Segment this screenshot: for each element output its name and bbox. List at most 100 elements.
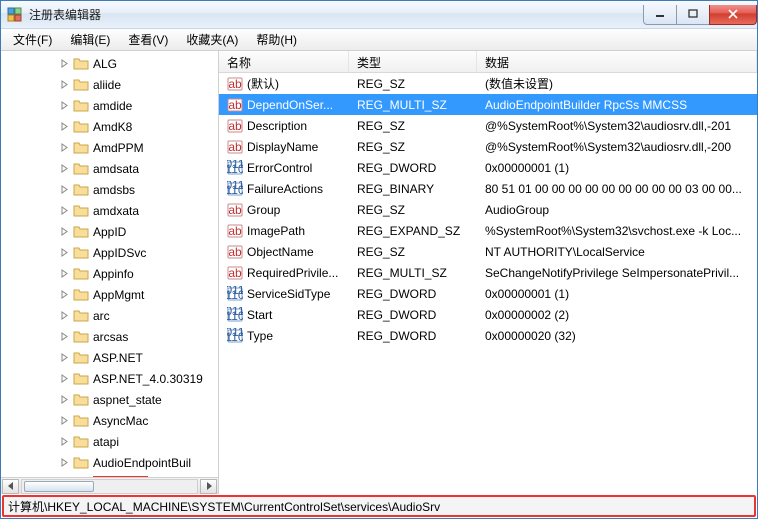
menu-item[interactable]: 编辑(E) (62, 29, 118, 50)
tree-hscrollbar[interactable] (1, 477, 218, 494)
cell-name: ab(默认) (219, 75, 349, 92)
chevron-right-icon[interactable] (57, 204, 71, 218)
window-title: 注册表编辑器 (29, 6, 101, 23)
scroll-track[interactable] (21, 479, 198, 494)
value-name: Group (247, 203, 280, 217)
minimize-button[interactable] (643, 5, 677, 25)
cell-type: REG_DWORD (349, 161, 477, 175)
maximize-button[interactable] (676, 5, 710, 25)
list-row[interactable]: abRequiredPrivile...REG_MULTI_SZSeChange… (219, 262, 757, 283)
chevron-right-icon[interactable] (57, 372, 71, 386)
tree-scroll[interactable]: ALGaliideamdideAmdK8AmdPPMamdsataamdsbsa… (1, 51, 218, 477)
value-name: DisplayName (247, 140, 318, 154)
chevron-right-icon[interactable] (57, 120, 71, 134)
string-value-icon: ab (227, 76, 243, 92)
tree-node[interactable]: AsyncMac (1, 410, 218, 431)
string-value-icon: ab (227, 244, 243, 260)
tree-node[interactable]: AmdK8 (1, 116, 218, 137)
tree-node[interactable]: amdsata (1, 158, 218, 179)
cell-type: REG_DWORD (349, 329, 477, 343)
chevron-right-icon[interactable] (57, 99, 71, 113)
tree-node-label: AmdK8 (93, 120, 132, 134)
value-name: DependOnSer... (247, 98, 333, 112)
chevron-right-icon[interactable] (57, 309, 71, 323)
tree-node[interactable]: Appinfo (1, 263, 218, 284)
tree-node[interactable]: amdsbs (1, 179, 218, 200)
chevron-right-icon[interactable] (57, 351, 71, 365)
tree-node[interactable]: AudioSrv (1, 473, 218, 477)
chevron-right-icon[interactable] (57, 414, 71, 428)
tree-node[interactable]: arcsas (1, 326, 218, 347)
folder-icon (73, 477, 89, 478)
chevron-right-icon[interactable] (57, 183, 71, 197)
value-name: Type (247, 329, 273, 343)
column-header-type[interactable]: 类型 (349, 51, 477, 72)
chevron-right-icon[interactable] (57, 288, 71, 302)
tree-node[interactable]: AppIDSvc (1, 242, 218, 263)
column-header-name[interactable]: 名称 (219, 51, 349, 72)
chevron-right-icon[interactable] (57, 435, 71, 449)
menu-item[interactable]: 帮助(H) (248, 29, 305, 50)
list-row[interactable]: abGroupREG_SZAudioGroup (219, 199, 757, 220)
folder-icon (73, 267, 89, 281)
scroll-right-button[interactable] (200, 479, 217, 494)
list-row[interactable]: ab(默认)REG_SZ(数值未设置) (219, 73, 757, 94)
chevron-right-icon[interactable] (57, 57, 71, 71)
list-body[interactable]: ab(默认)REG_SZ(数值未设置)abDependOnSer...REG_M… (219, 73, 757, 494)
list-row[interactable]: abImagePathREG_EXPAND_SZ%SystemRoot%\Sys… (219, 220, 757, 241)
tree-node[interactable]: aspnet_state (1, 389, 218, 410)
chevron-right-icon[interactable] (57, 246, 71, 260)
menu-item[interactable]: 查看(V) (120, 29, 176, 50)
tree-node[interactable]: amdide (1, 95, 218, 116)
tree-node[interactable]: ASP.NET_4.0.30319 (1, 368, 218, 389)
cell-type: REG_MULTI_SZ (349, 98, 477, 112)
scroll-left-button[interactable] (2, 479, 19, 494)
tree-node[interactable]: arc (1, 305, 218, 326)
menu-item[interactable]: 文件(F) (5, 29, 60, 50)
chevron-right-icon[interactable] (57, 393, 71, 407)
tree-node-label: aspnet_state (93, 393, 162, 407)
folder-icon (73, 246, 89, 260)
list-row[interactable]: abDependOnSer...REG_MULTI_SZAudioEndpoin… (219, 94, 757, 115)
list-row[interactable]: abObjectNameREG_SZNT AUTHORITY\LocalServ… (219, 241, 757, 262)
tree-node[interactable]: AppID (1, 221, 218, 242)
tree-node[interactable]: aliide (1, 74, 218, 95)
list-row[interactable]: 011110StartREG_DWORD0x00000002 (2) (219, 304, 757, 325)
tree-node[interactable]: ALG (1, 53, 218, 74)
tree-node-label: AmdPPM (93, 141, 144, 155)
list-row[interactable]: 011110ErrorControlREG_DWORD0x00000001 (1… (219, 157, 757, 178)
scroll-thumb[interactable] (24, 481, 94, 492)
tree-node-label: amdsata (93, 162, 139, 176)
list-row[interactable]: 011110FailureActionsREG_BINARY80 51 01 0… (219, 178, 757, 199)
string-value-icon: ab (227, 97, 243, 113)
tree-node-label: arc (93, 309, 110, 323)
cell-name: abDescription (219, 118, 349, 134)
column-header-data[interactable]: 数据 (477, 51, 757, 72)
tree-node[interactable]: atapi (1, 431, 218, 452)
svg-text:110: 110 (227, 162, 243, 176)
chevron-down-icon[interactable] (57, 477, 71, 478)
tree-node[interactable]: ASP.NET (1, 347, 218, 368)
chevron-right-icon[interactable] (57, 162, 71, 176)
tree-node[interactable]: AmdPPM (1, 137, 218, 158)
list-row[interactable]: abDisplayNameREG_SZ@%SystemRoot%\System3… (219, 136, 757, 157)
folder-icon (73, 393, 89, 407)
list-row[interactable]: abDescriptionREG_SZ@%SystemRoot%\System3… (219, 115, 757, 136)
chevron-right-icon[interactable] (57, 78, 71, 92)
tree-node[interactable]: amdxata (1, 200, 218, 221)
tree-node[interactable]: AudioEndpointBuil (1, 452, 218, 473)
chevron-right-icon[interactable] (57, 267, 71, 281)
titlebar[interactable]: 注册表编辑器 (1, 1, 757, 29)
menu-item[interactable]: 收藏夹(A) (178, 29, 246, 50)
tree-node[interactable]: AppMgmt (1, 284, 218, 305)
list-row[interactable]: 011110TypeREG_DWORD0x00000020 (32) (219, 325, 757, 346)
chevron-right-icon[interactable] (57, 141, 71, 155)
close-button[interactable] (709, 5, 757, 25)
chevron-right-icon[interactable] (57, 225, 71, 239)
folder-icon (73, 78, 89, 92)
cell-name: 011110Start (219, 307, 349, 323)
list-row[interactable]: 011110ServiceSidTypeREG_DWORD0x00000001 … (219, 283, 757, 304)
chevron-right-icon[interactable] (57, 330, 71, 344)
chevron-right-icon[interactable] (57, 456, 71, 470)
value-name: FailureActions (247, 182, 323, 196)
